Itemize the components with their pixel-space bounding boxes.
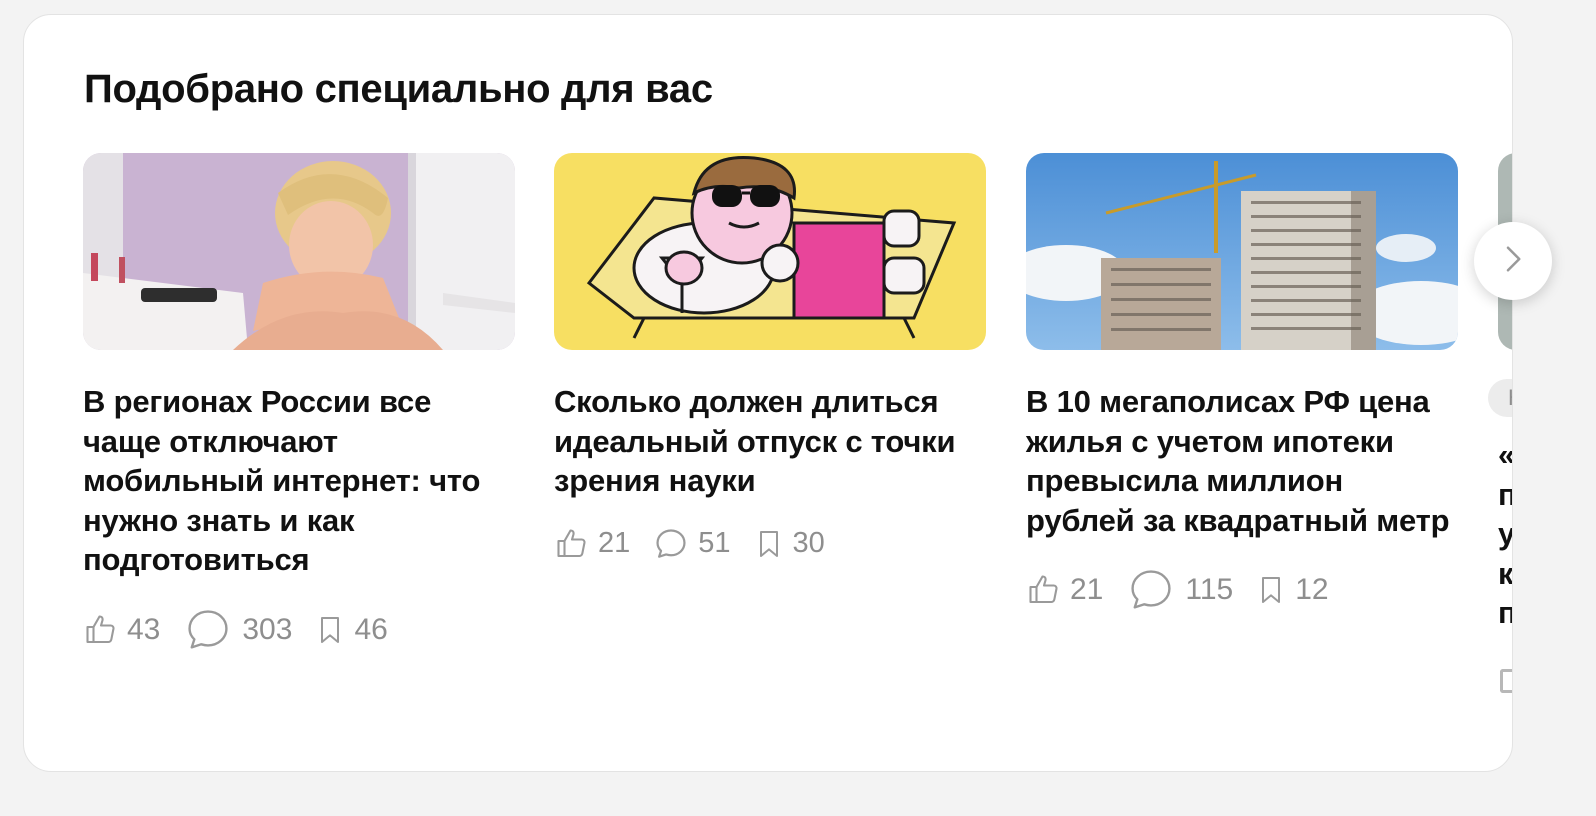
article-image-apartment-buildings[interactable] (1026, 153, 1458, 350)
article-card[interactable]: Сколько должен длиться идеальный отпуск … (554, 153, 986, 563)
comment-bubble-icon (652, 525, 690, 563)
comments-stat[interactable]: 303 (182, 604, 292, 656)
chevron-right-icon (1498, 241, 1528, 282)
section-title: Подобрано специально для вас (84, 67, 713, 111)
likes-stat[interactable]: 43 (83, 612, 160, 648)
article-image-vacation-illustration[interactable] (554, 153, 986, 350)
article-image-girl-with-phone[interactable] (83, 153, 515, 350)
article-title[interactable]: В 10 мегаполисах РФ цена жилья с учетом … (1026, 382, 1458, 540)
likes-count: 21 (1070, 573, 1104, 606)
article-title-partial[interactable]: « п у к п (1498, 435, 1512, 633)
comments-count: 115 (1185, 573, 1234, 606)
thumbs-up-icon (554, 526, 590, 562)
comments-count: 51 (698, 527, 731, 559)
article-stats: 21 51 30 (554, 525, 986, 563)
likes-stat[interactable]: 21 (554, 526, 630, 562)
comments-stat[interactable]: 51 (652, 525, 731, 563)
bookmark-icon (753, 526, 785, 562)
bookmark-icon (314, 612, 346, 648)
comment-bubble-icon (182, 604, 234, 656)
category-badge[interactable]: Н (1488, 379, 1512, 417)
bookmarks-stat[interactable]: 30 (753, 526, 825, 562)
thumbs-up-icon (1026, 572, 1062, 608)
bookmarks-stat[interactable]: 12 (1255, 572, 1329, 608)
carousel-next-button[interactable] (1474, 222, 1552, 300)
bookmark-icon (1255, 572, 1287, 608)
likes-stat[interactable]: 21 (1026, 572, 1103, 608)
bookmarks-count: 46 (354, 612, 388, 646)
bookmarks-count: 12 (1295, 573, 1329, 606)
thumbs-up-icon (1500, 669, 1512, 693)
article-card[interactable]: В 10 мегаполисах РФ цена жилья с учетом … (1026, 153, 1458, 616)
comments-stat[interactable]: 115 (1125, 564, 1233, 616)
bookmarks-stat[interactable]: 46 (314, 612, 388, 648)
thumbs-up-icon (83, 612, 119, 648)
recommendations-panel: Подобрано специально для вас В регионах (23, 14, 1513, 772)
comments-count: 303 (242, 612, 293, 646)
likes-count: 21 (598, 527, 631, 559)
likes-count: 43 (127, 612, 161, 646)
article-stats: 43 303 46 (83, 604, 515, 656)
article-stats: 21 115 12 (1026, 564, 1458, 616)
article-card[interactable]: В регионах России все чаще отключают моб… (83, 153, 515, 656)
bookmarks-count: 30 (792, 527, 825, 559)
comment-bubble-icon (1125, 564, 1177, 616)
article-title[interactable]: Сколько должен длиться идеальный отпуск … (554, 382, 986, 501)
article-title[interactable]: В регионах России все чаще отключают моб… (83, 382, 515, 580)
